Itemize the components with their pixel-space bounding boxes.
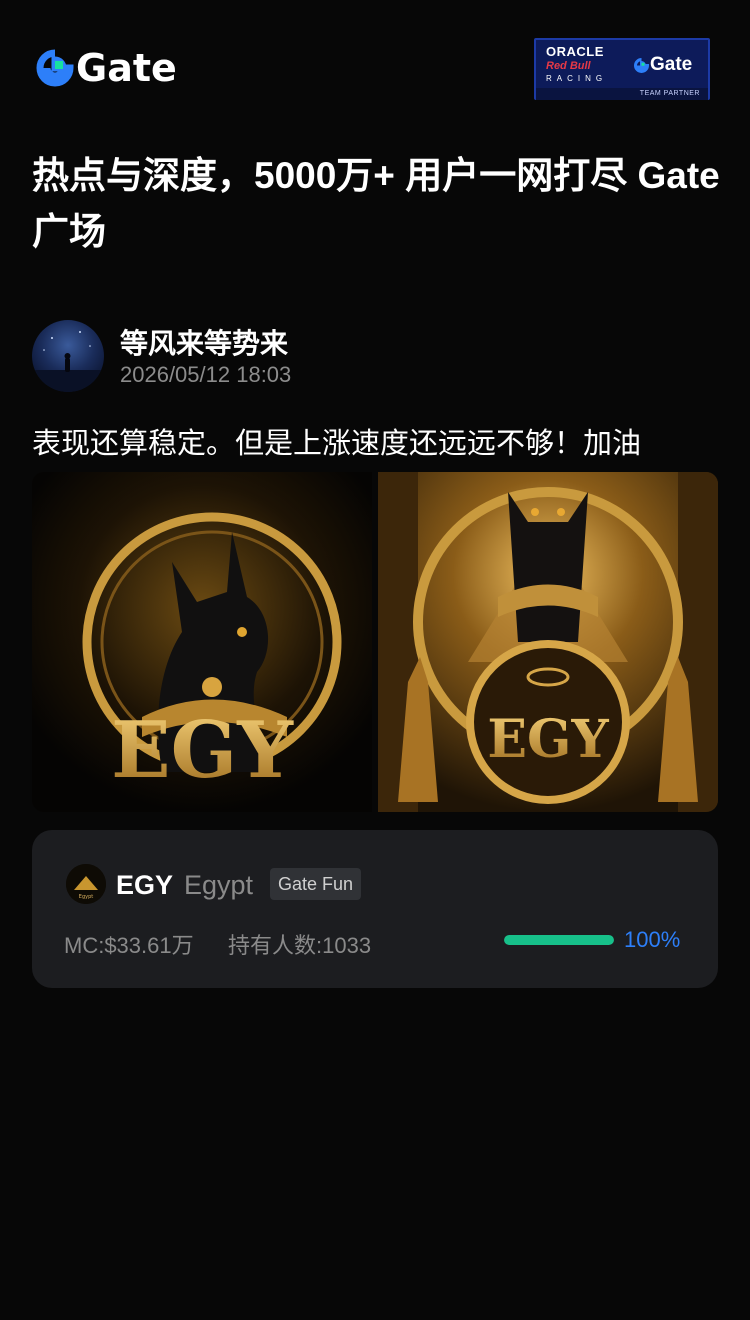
token-icon: Egypt [66, 864, 106, 904]
oracle-logo-text: ORACLE [546, 44, 604, 59]
post-timestamp: 2026/05/12 18:03 [120, 362, 292, 387]
post-image-2[interactable]: EGY [378, 472, 718, 812]
egyptian-cat-image: EGY [32, 472, 372, 812]
egy-text-2: EGY [487, 709, 609, 770]
token-holders: 持有人数:1033 [228, 933, 372, 958]
token-platform-badge: Gate Fun [270, 868, 362, 900]
bonding-progress-fill [504, 935, 614, 945]
pyramid-icon: Egypt [66, 864, 106, 904]
author-avatar[interactable] [32, 320, 104, 392]
bonding-progress-label: 100% [624, 927, 681, 952]
bonding-progress-bar [504, 935, 614, 945]
app-header: Gate ORACLE Red Bull RACING Gate TEAM PA… [0, 0, 750, 120]
egy-text-1: EGY [111, 705, 294, 796]
post-text: 表现还算稳定。但是上涨速度还远远不够！加油 [32, 428, 642, 460]
token-card[interactable]: Egypt EGY Egypt Gate Fun MC:$33.61万 持有人数… [32, 830, 718, 988]
partner-gate-logo: Gate [634, 54, 692, 76]
gate-logo-icon [36, 49, 74, 87]
token-symbol: EGY [116, 870, 174, 900]
partner-banner[interactable]: ORACLE Red Bull RACING Gate TEAM PARTNER [534, 38, 710, 100]
redbull-logo-text: Red Bull [546, 60, 591, 72]
post-image-1[interactable]: EGY [32, 472, 372, 812]
token-icon-label: Egypt [79, 894, 93, 900]
token-name: Egypt [184, 870, 254, 900]
partner-gate-text: Gate [650, 54, 693, 75]
token-market-cap: MC:$33.61万 [64, 933, 194, 958]
page-headline: 热点与深度，5000万+ 用户一网打尽 Gate 广场 [32, 155, 720, 252]
gate-small-icon [634, 57, 649, 73]
author-name[interactable]: 等风来等势来 [120, 322, 288, 362]
post-images: EGY EGY [32, 472, 718, 812]
logo-text: Gate [76, 46, 177, 90]
gate-logo[interactable]: Gate [36, 48, 177, 88]
egyptian-temple-image: EGY [378, 472, 718, 812]
racing-text: RACING [546, 74, 608, 83]
avatar-image [32, 331, 104, 392]
team-partner-text: TEAM PARTNER [639, 90, 700, 97]
